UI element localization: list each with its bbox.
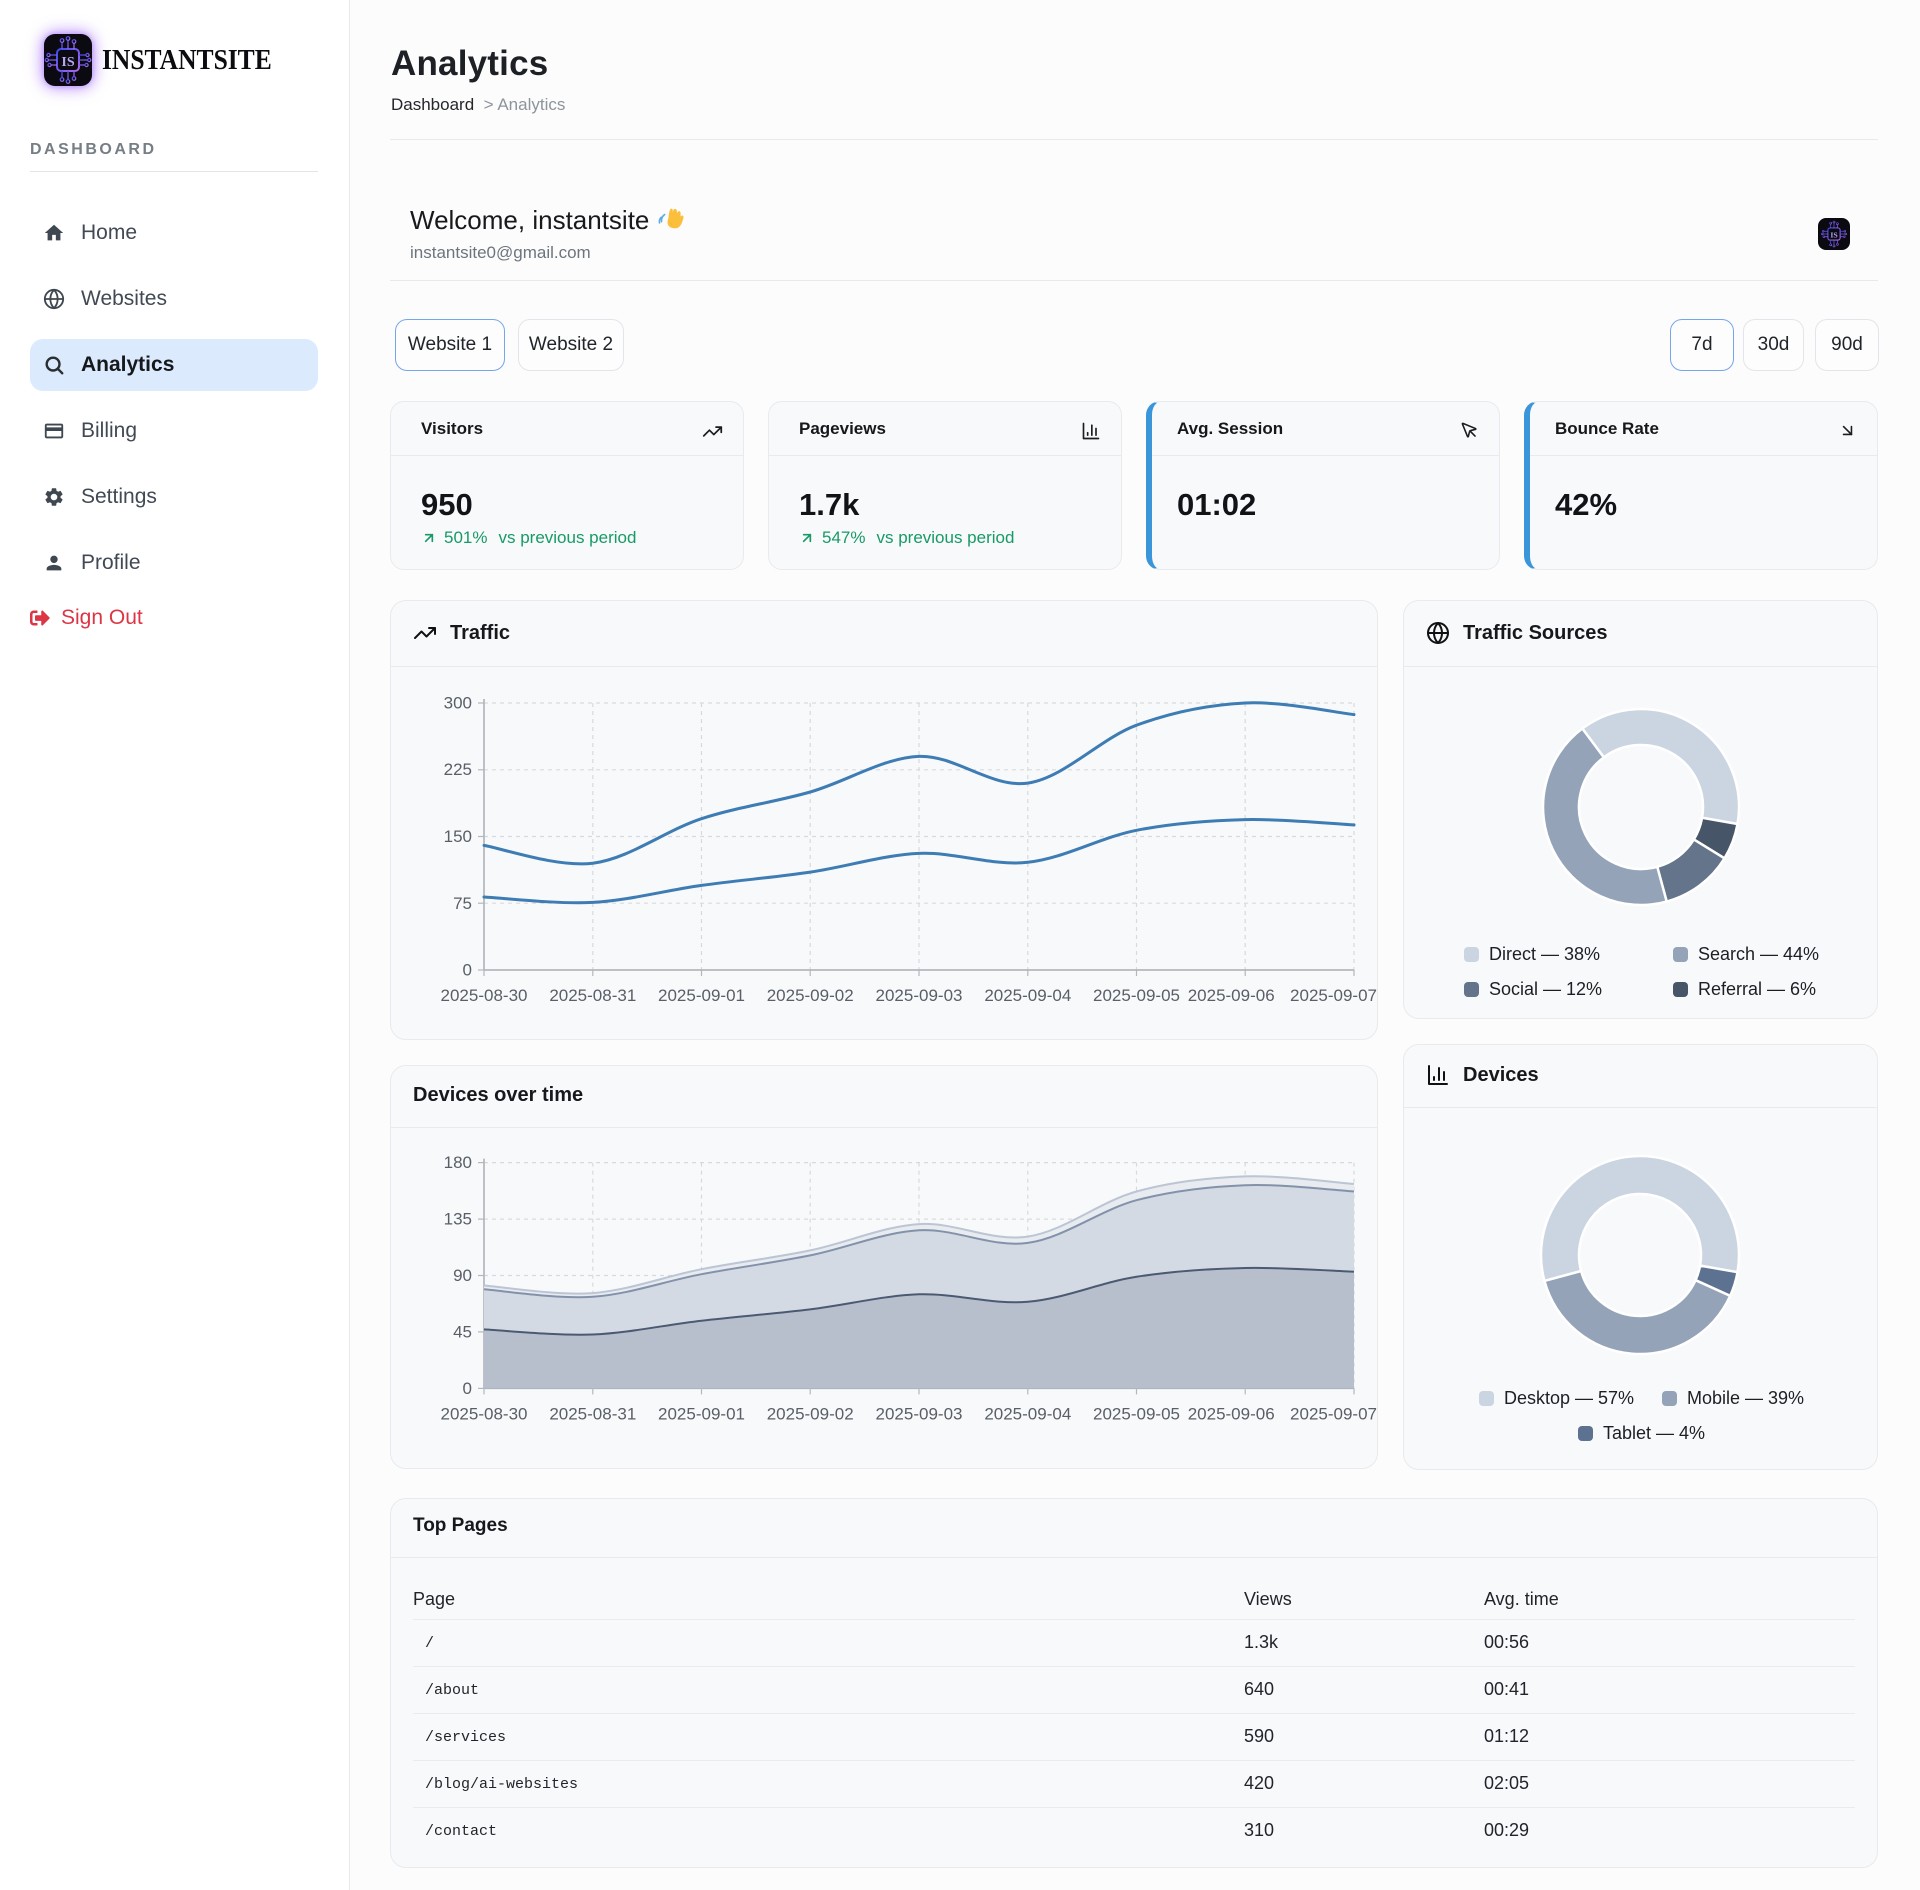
svg-text:2025-09-05: 2025-09-05: [1093, 986, 1180, 1005]
svg-text:2025-09-04: 2025-09-04: [984, 986, 1071, 1005]
svg-text:300: 300: [444, 694, 472, 713]
svg-text:2025-08-31: 2025-08-31: [549, 986, 636, 1005]
svg-text:2025-09-02: 2025-09-02: [767, 1404, 854, 1423]
svg-text:IS: IS: [61, 55, 74, 70]
svg-text:2025-08-30: 2025-08-30: [441, 1404, 528, 1423]
svg-text:75: 75: [453, 894, 472, 913]
svg-text:2025-09-03: 2025-09-03: [876, 1404, 963, 1423]
svg-text:2025-08-30: 2025-08-30: [441, 986, 528, 1005]
svg-text:2025-09-06: 2025-09-06: [1188, 986, 1275, 1005]
svg-text:2025-09-07: 2025-09-07: [1290, 986, 1377, 1005]
svg-text:2025-09-04: 2025-09-04: [984, 1404, 1071, 1423]
svg-text:2025-09-01: 2025-09-01: [658, 986, 745, 1005]
svg-text:IS: IS: [1830, 230, 1837, 239]
svg-text:2025-09-01: 2025-09-01: [658, 1404, 745, 1423]
svg-text:135: 135: [444, 1210, 472, 1229]
svg-text:45: 45: [453, 1322, 472, 1341]
svg-text:2025-09-03: 2025-09-03: [876, 986, 963, 1005]
svg-text:2025-09-07: 2025-09-07: [1290, 1404, 1377, 1423]
svg-text:2025-08-31: 2025-08-31: [549, 1404, 636, 1423]
svg-text:0: 0: [463, 961, 472, 980]
svg-text:150: 150: [444, 827, 472, 846]
svg-text:2025-09-06: 2025-09-06: [1188, 1404, 1275, 1423]
svg-text:225: 225: [444, 760, 472, 779]
svg-text:0: 0: [463, 1379, 472, 1398]
svg-text:90: 90: [453, 1266, 472, 1285]
svg-text:2025-09-05: 2025-09-05: [1093, 1404, 1180, 1423]
svg-text:180: 180: [444, 1153, 472, 1172]
svg-text:2025-09-02: 2025-09-02: [767, 986, 854, 1005]
